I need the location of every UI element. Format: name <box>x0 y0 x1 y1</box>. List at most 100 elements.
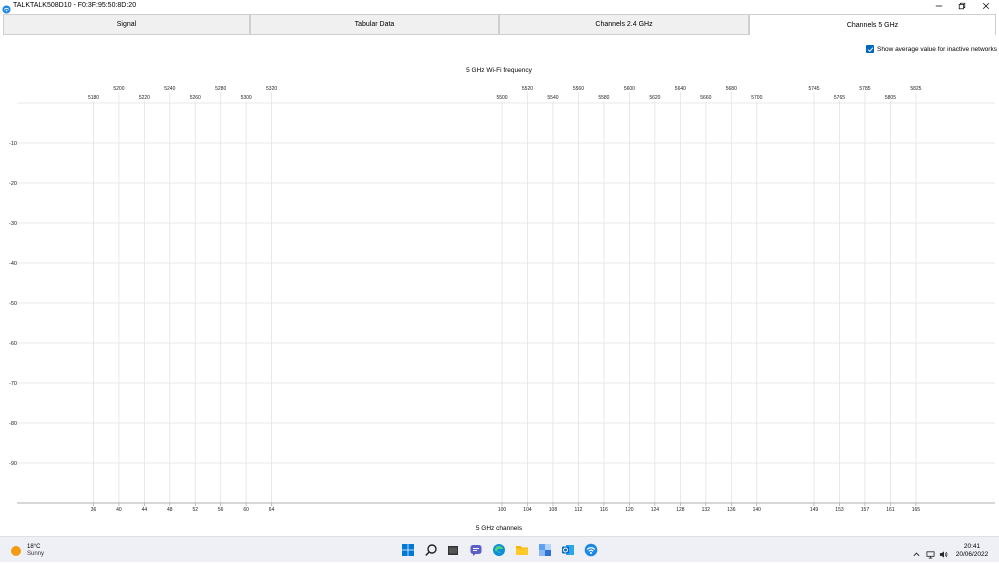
snipping-tool-button[interactable] <box>538 543 552 557</box>
channel-label: 149 <box>810 507 819 513</box>
show-hidden-icons-button[interactable] <box>912 546 921 557</box>
frequency-label: 5825 <box>910 86 921 92</box>
tab-label: Channels 5 GHz <box>846 21 899 29</box>
frequency-label: 5640 <box>675 86 686 92</box>
frequency-label: 5320 <box>266 86 277 92</box>
y-tick-label: -40 <box>9 261 17 267</box>
channel-label: 124 <box>651 507 660 513</box>
close-icon <box>982 2 990 10</box>
start-button[interactable] <box>401 543 415 557</box>
channel-chart: 5 GHz Wi-Fi frequency -10 -20 -30 -40 -50 -60… <box>9 67 995 532</box>
weather-condition: Sunny <box>27 551 45 557</box>
wifi-analyzer-app-icon <box>584 543 598 557</box>
frequency-label: 5680 <box>726 86 737 92</box>
tab-label: Tabular Data <box>354 21 395 28</box>
frequency-label: 5700 <box>751 95 762 101</box>
wifi-analyzer-taskbar-button[interactable] <box>584 543 598 557</box>
edge-browser-icon <box>493 544 505 556</box>
restore-button[interactable] <box>950 0 974 12</box>
x-axis-label: 5 GHz channels <box>476 525 523 532</box>
frequency-label: 5745 <box>808 86 819 92</box>
wifi-analyzer-app-icon <box>2 1 11 14</box>
file-explorer-icon <box>448 546 458 555</box>
snipping-tool-icon <box>539 544 551 556</box>
y-tick-label: -80 <box>9 421 17 427</box>
y-tick-label: -90 <box>9 461 17 467</box>
tab-channels-2-4ghz[interactable]: Channels 2.4 GHz <box>499 14 749 35</box>
frequency-label: 5560 <box>573 86 584 92</box>
frequency-label: 5660 <box>700 95 711 101</box>
tab-signal[interactable]: Signal <box>3 14 250 35</box>
frequency-label: 5220 <box>139 95 150 101</box>
frequency-label: 5180 <box>88 95 99 101</box>
tab-label: Signal <box>116 21 137 28</box>
start-icon <box>402 544 414 556</box>
network-icon <box>926 551 935 559</box>
show-average-checkbox[interactable] <box>866 45 874 53</box>
outlook-icon <box>562 545 574 555</box>
frequency-label: 5300 <box>241 95 252 101</box>
task-view-button[interactable] <box>446 543 460 557</box>
channel-label: 136 <box>727 507 736 513</box>
channel-label: 165 <box>912 507 921 513</box>
checkmark-icon <box>867 46 873 52</box>
channel-label: 132 <box>702 507 711 513</box>
edge-browser-button[interactable] <box>492 543 506 557</box>
minimize-button[interactable] <box>927 0 951 12</box>
frequency-label: 5600 <box>624 86 635 92</box>
show-average-label: Show average value for inactive networks <box>877 46 997 53</box>
channel-label: 60 <box>243 507 249 513</box>
channel-label: 52 <box>192 507 198 513</box>
title-bar: TALKTALK508D10 - F0:3F:95:50:8D:20 <box>0 0 999 14</box>
tab-channels-5ghz[interactable]: Channels 5 GHz <box>749 14 996 35</box>
frequency-label: 5280 <box>215 86 226 92</box>
channel-label: 157 <box>861 507 870 513</box>
channel-label: 108 <box>549 507 558 513</box>
frequency-label: 5200 <box>113 86 124 92</box>
channel-label: 48 <box>167 507 173 513</box>
folder-button[interactable] <box>515 543 529 557</box>
y-tick-label: -30 <box>9 221 17 227</box>
frequency-label: 5805 <box>885 95 896 101</box>
channel-label: 161 <box>886 507 895 513</box>
channel-labels: 36 40 44 48 52 56 60 64 100 104 108 112 116 120 124 128… <box>91 503 921 513</box>
y-tick-label: -20 <box>9 181 17 187</box>
teams-chat-icon <box>470 545 482 556</box>
channel-label: 56 <box>218 507 224 513</box>
frequency-labels: 5180 5200 5220 5240 5260 5280 5300 5320 5500 5520… <box>88 86 922 101</box>
channel-label: 36 <box>91 507 97 513</box>
teams-chat-button[interactable] <box>469 543 483 557</box>
chevron-up-icon <box>913 552 920 557</box>
network-button[interactable] <box>926 546 935 559</box>
y-tick-label: -60 <box>9 341 17 347</box>
clock-date: 20/06/2022 <box>955 551 989 558</box>
folder-icon <box>516 546 528 555</box>
tab-tabular-data[interactable]: Tabular Data <box>250 14 499 35</box>
frequency-label: 5520 <box>522 86 533 92</box>
y-tick-label: -50 <box>9 301 17 307</box>
close-button[interactable] <box>974 0 998 12</box>
chart-title: 5 GHz Wi-Fi frequency <box>466 67 532 74</box>
frequency-label: 5765 <box>834 95 845 101</box>
volume-button[interactable] <box>939 546 948 558</box>
restore-icon <box>958 2 966 10</box>
channel-label: 120 <box>625 507 634 513</box>
channel-label: 153 <box>835 507 844 513</box>
channel-label: 112 <box>574 507 582 513</box>
channel-label: 64 <box>269 507 275 513</box>
window-title: TALKTALK508D10 - F0:3F:95:50:8D:20 <box>13 2 137 9</box>
channel-label: 116 <box>600 507 608 513</box>
outlook-button[interactable] <box>561 543 575 557</box>
frequency-label: 5580 <box>598 95 609 101</box>
y-axis-ticks: -10 -20 -30 -40 -50 -60 -70 -80 -90 <box>9 141 17 467</box>
channel-label: 104 <box>523 507 532 513</box>
channel-label: 40 <box>116 507 122 513</box>
taskbar: 18°C Sunny 20:41 20/06/2022 <box>0 536 999 562</box>
clock-time: 20:41 <box>963 543 981 550</box>
y-tick-label: -70 <box>9 381 17 387</box>
search-button[interactable] <box>424 543 438 557</box>
vertical-grid <box>93 92 917 503</box>
minimize-icon <box>935 5 943 7</box>
frequency-label: 5240 <box>164 86 175 92</box>
chart-panel: 5 GHz Wi-Fi frequency -10 -20 -30 -40 -50 -60… <box>0 35 999 536</box>
